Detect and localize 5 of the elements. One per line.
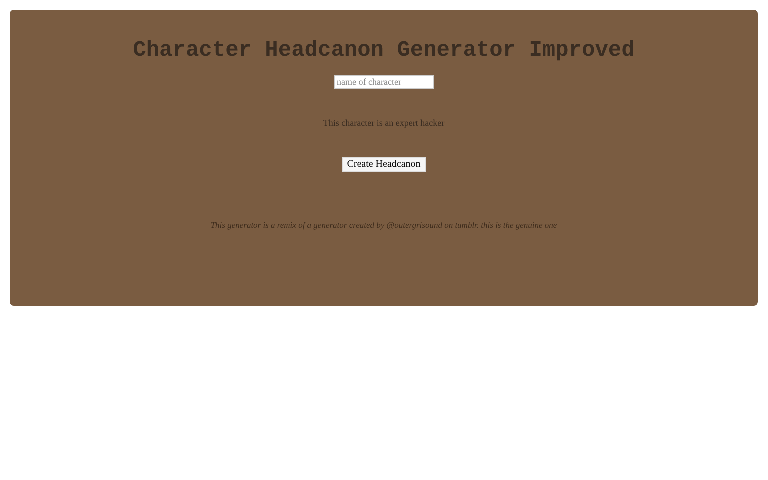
- footer-text: This generator is a remix of a generator created by @outergrisound on tumblr. this is the genuine one: [210, 220, 558, 230]
- headcanon-text: This character is an expert hacker: [323, 118, 445, 128]
- name-input-field[interactable]: name of character: [334, 75, 434, 89]
- page-title: Character Headcanon Generator Improved: [133, 38, 635, 63]
- create-headcanon-button[interactable]: Create Headcanon: [342, 157, 426, 172]
